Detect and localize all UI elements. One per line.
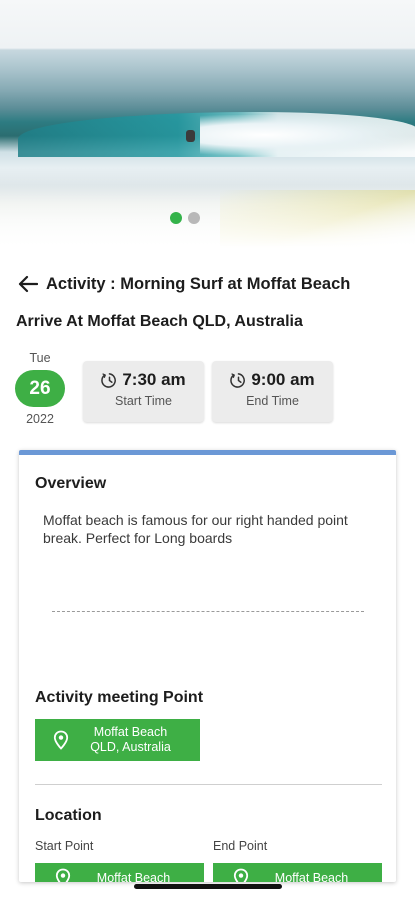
page-header: Activity : Morning Surf at Moffat Beach [16,271,399,297]
location-pin-icon [53,730,69,750]
date-block: Tue 26 2022 [15,350,65,426]
wave-foam [200,115,415,155]
meeting-point-label: Moffat Beach QLD, Australia [71,725,200,755]
start-time-label: Start Time [115,394,172,408]
carousel-indicator [170,212,200,224]
dashed-divider [52,611,364,612]
overview-title: Overview [35,475,107,492]
end-time-label: End Time [246,394,299,408]
hero-image[interactable] [0,0,415,258]
date-weekday: Tue [29,351,51,365]
end-time-card: 9:00 am End Time [212,361,333,422]
end-point-value: Moffat Beach [274,870,349,883]
clock-icon [230,372,246,388]
date-year: 2022 [26,412,54,426]
location-pin-icon [55,868,71,882]
end-point-label: End Point [213,839,268,853]
activity-details-card[interactable]: Overview Moffat beach is famous for our … [19,450,396,882]
start-point-button[interactable]: Moffat Beach [35,863,204,882]
location-title: Location [35,807,102,824]
start-point-label: Start Point [35,839,94,853]
section-divider [35,784,382,785]
end-time-value: 9:00 am [251,370,315,389]
carousel-dot-active[interactable] [170,212,182,224]
overview-text: Moffat beach is famous for our right han… [43,512,348,546]
carousel-dot[interactable] [188,212,200,224]
arrow-left-icon[interactable] [16,272,40,296]
start-time-value: 7:30 am [122,370,186,389]
start-point-value: Moffat Beach [96,870,171,883]
clock-icon [101,372,117,388]
meeting-point-line1: Moffat Beach [93,725,168,739]
sand-fade [0,190,415,258]
start-time-card: 7:30 am Start Time [83,361,204,422]
surfer-figure [186,130,195,142]
date-day-badge: 26 [15,370,65,407]
meeting-point-line2: QLD, Australia [90,740,171,754]
meeting-point-title: Activity meeting Point [35,689,204,706]
home-indicator[interactable] [134,884,282,889]
location-pin-icon [233,868,249,882]
page-title: Activity : Morning Surf at Moffat Beach [46,274,351,293]
meeting-point-button[interactable]: Moffat Beach QLD, Australia [35,719,200,761]
end-point-button[interactable]: Moffat Beach [213,863,382,882]
arrive-location-text: Arrive At Moffat Beach QLD, Australia [16,313,303,330]
